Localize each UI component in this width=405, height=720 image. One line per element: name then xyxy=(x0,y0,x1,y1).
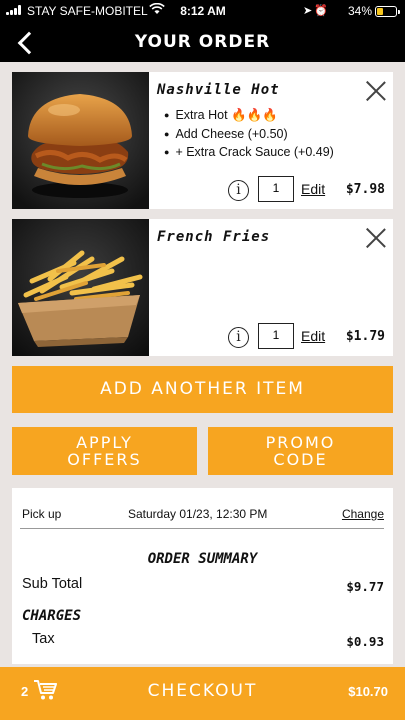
edit-item-link[interactable]: Edit xyxy=(301,181,325,197)
checkout-total: $10.70 xyxy=(348,684,388,699)
wifi-icon xyxy=(149,2,165,18)
tax-value: $0.93 xyxy=(346,634,384,649)
alarm-icon: ⏰ xyxy=(314,5,330,17)
battery-percent: 34% xyxy=(348,4,373,18)
app-header: YOUR ORDER xyxy=(0,22,405,62)
pickup-time: Saturday 01/23, 12:30 PM xyxy=(128,507,268,521)
pickup-label: Pick up xyxy=(22,507,62,521)
button-label-line: CODE xyxy=(273,450,328,469)
divider xyxy=(20,528,384,529)
battery-icon xyxy=(375,6,400,17)
status-bar: STAY SAFE-MOBITEL 8:12 AM ➤⏰ 34% xyxy=(0,0,405,22)
edit-item-link[interactable]: Edit xyxy=(301,328,325,344)
apply-offers-button[interactable]: APPLY OFFERS xyxy=(12,427,197,475)
checkout-label: CHECKOUT xyxy=(147,681,258,701)
subtotal-value: $9.77 xyxy=(346,579,384,594)
charges-heading: CHARGES xyxy=(22,608,82,624)
signal-icon xyxy=(6,5,22,15)
french-fries-image xyxy=(12,219,149,356)
clock: 8:12 AM xyxy=(180,4,226,18)
location-icon: ➤ xyxy=(303,5,315,17)
tax-label: Tax xyxy=(32,631,55,647)
button-label-line: APPLY xyxy=(76,433,133,452)
item-price: $7.98 xyxy=(345,182,385,197)
item-option: + Extra Crack Sauce (+0.49) xyxy=(164,145,333,159)
order-summary-panel: Pick up Saturday 01/23, 12:30 PM Change … xyxy=(12,488,393,664)
item-name: Nashville Hot xyxy=(157,82,280,98)
quantity-input[interactable]: 1 xyxy=(258,323,294,349)
subtotal-label: Sub Total xyxy=(22,576,83,592)
item-options-list: Extra Hot 🔥🔥🔥 Add Cheese (+0.50) + Extra… xyxy=(164,108,334,163)
item-name: French Fries xyxy=(157,229,271,245)
item-option: Add Cheese (+0.50) xyxy=(164,127,334,141)
checkout-button[interactable]: 2 CHECKOUT $10.70 xyxy=(0,667,405,720)
info-icon[interactable]: i xyxy=(228,327,249,348)
remove-item-button[interactable] xyxy=(365,80,387,102)
order-item-french-fries: French Fries i 1 Edit $1.79 xyxy=(12,219,393,356)
item-price: $1.79 xyxy=(345,329,385,344)
quantity-input[interactable]: 1 xyxy=(258,176,294,202)
promo-code-button[interactable]: PROMO CODE xyxy=(208,427,393,475)
summary-title: ORDER SUMMARY xyxy=(147,551,258,567)
add-another-item-button[interactable]: ADD ANOTHER ITEM xyxy=(12,366,393,413)
chicken-sandwich-image xyxy=(12,72,149,209)
button-label-line: OFFERS xyxy=(67,450,142,469)
button-label-line: PROMO xyxy=(265,433,336,452)
carrier-name: STAY SAFE-MOBITEL xyxy=(27,4,148,18)
change-pickup-link[interactable]: Change xyxy=(342,507,384,521)
info-icon[interactable]: i xyxy=(228,180,249,201)
order-item-nashville-hot: Nashville Hot Extra Hot 🔥🔥🔥 Add Cheese (… xyxy=(12,72,393,209)
status-icons: ➤⏰ xyxy=(303,4,330,17)
item-option: Extra Hot 🔥🔥🔥 xyxy=(164,108,334,123)
remove-item-button[interactable] xyxy=(365,227,387,249)
page-title: YOUR ORDER xyxy=(134,32,271,52)
